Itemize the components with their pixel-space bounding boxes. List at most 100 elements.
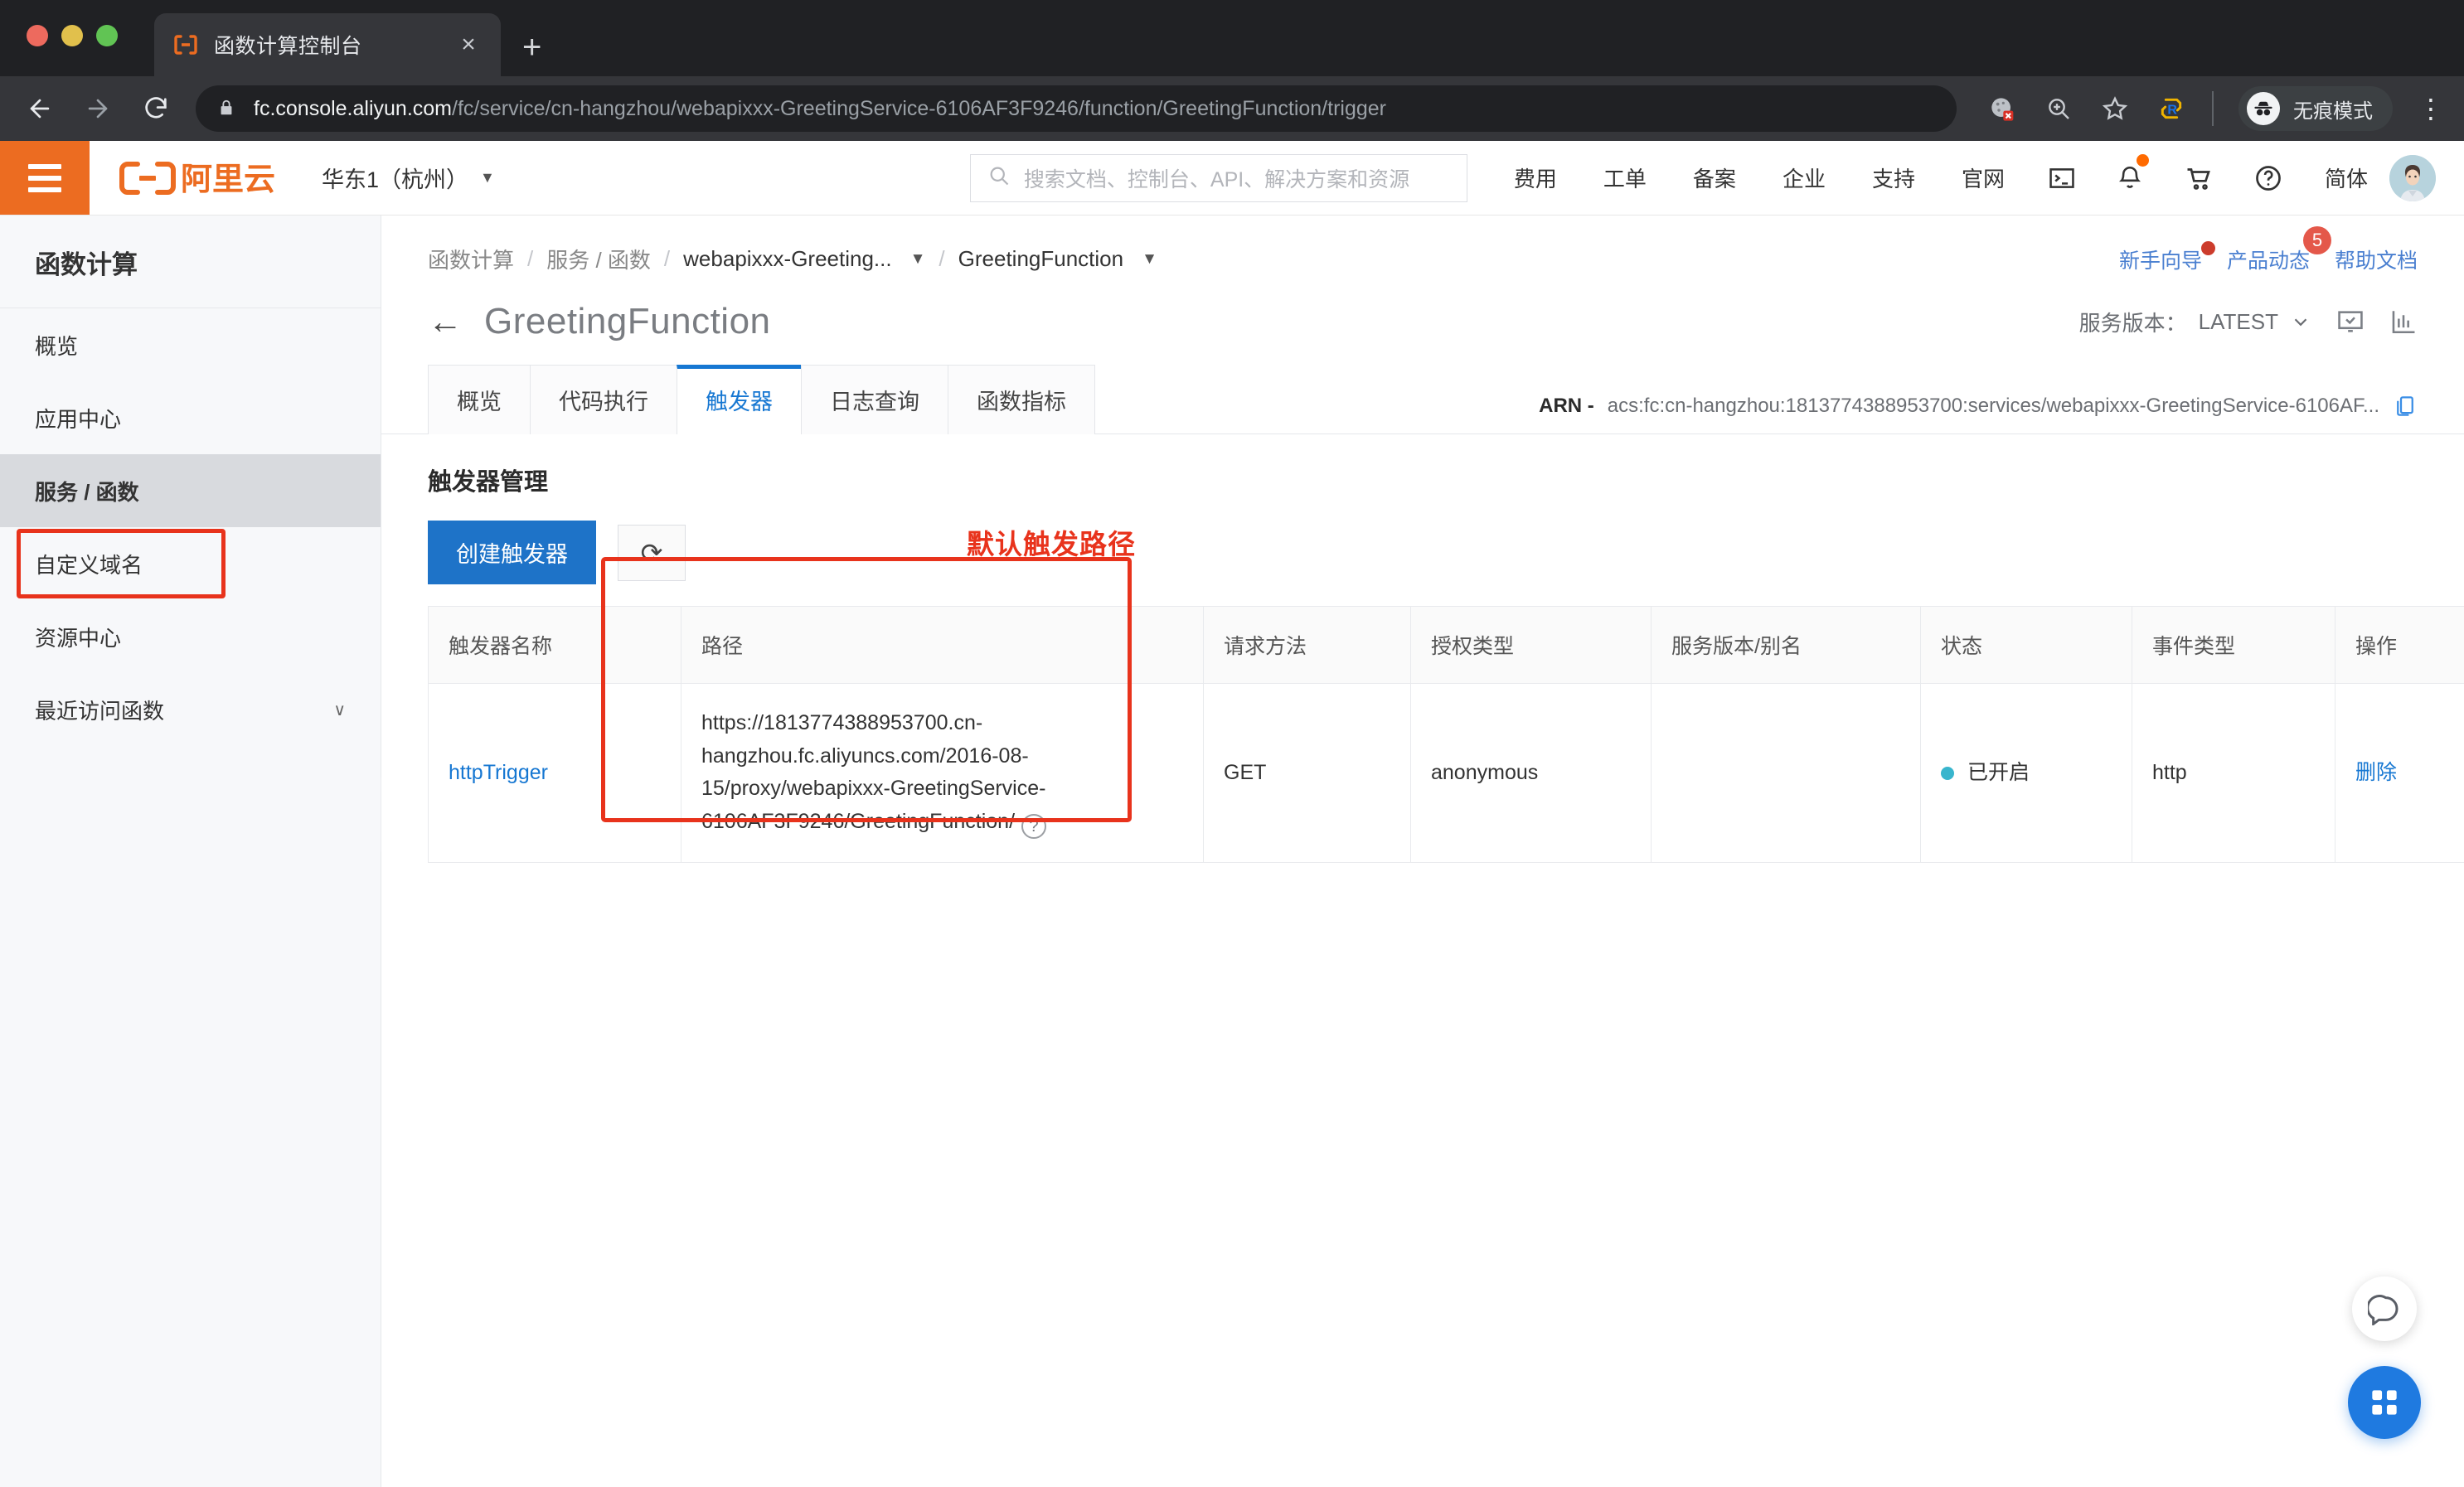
star-icon[interactable]: [2099, 93, 2131, 124]
page-viewport: 阿里云 华东1（杭州） ▼ 搜索文档、控制台、API、解决方案和资源 费用 工单…: [0, 141, 2464, 1487]
aliyun-logo-icon[interactable]: 阿里云: [119, 157, 293, 199]
browser-tab-strip: 函数计算控制台 × +: [0, 0, 2464, 76]
main-content: 函数计算 / 服务 / 函数 / webapixxx-Greeting... ▼…: [381, 216, 2464, 1487]
status-badge: 5: [2302, 225, 2331, 254]
topnav-link-icp[interactable]: 备案: [1670, 162, 1759, 193]
floating-action-buttons: [2348, 1276, 2421, 1439]
header-link-product-updates[interactable]: 产品动态 5: [2226, 225, 2331, 274]
breadcrumb-item-function[interactable]: GreetingFunction: [958, 246, 1123, 272]
table-row: httpTrigger https://1813774388953700.cn-…: [428, 682, 2464, 864]
new-dot-indicator: [2200, 240, 2215, 255]
col-request-method: 请求方法: [1203, 606, 1411, 684]
header-link-beginner-guide[interactable]: 新手向导: [2119, 240, 2215, 274]
page-title: ← GreetingFunction: [428, 301, 771, 342]
col-actions: 操作: [2335, 606, 2464, 684]
tab-function-metrics[interactable]: 函数指标: [948, 365, 1095, 434]
service-version-value: LATEST: [2198, 308, 2278, 334]
aliyun-top-nav: 阿里云 华东1（杭州） ▼ 搜索文档、控制台、API、解决方案和资源 费用 工单…: [0, 141, 2464, 216]
bell-icon[interactable]: [2096, 153, 2164, 192]
url-text: fc.console.aliyun.com/fc/service/cn-hang…: [254, 97, 1386, 121]
sidebar-item-services-functions[interactable]: 服务 / 函数: [0, 454, 381, 527]
language-switch[interactable]: 简体: [2303, 162, 2389, 193]
new-tab-button[interactable]: +: [522, 31, 541, 64]
sidebar-item-overview[interactable]: 概览: [0, 308, 381, 381]
cell-trigger-name: httpTrigger: [428, 682, 681, 864]
header-link-help-docs[interactable]: 帮助文档: [2335, 245, 2418, 274]
tab-code-execution[interactable]: 代码执行: [530, 365, 677, 434]
delete-trigger-link[interactable]: 删除: [2355, 761, 2397, 784]
metrics-chart-icon[interactable]: [2389, 308, 2418, 336]
sidebar-item-recent-functions[interactable]: 最近访问函数 ∨: [0, 673, 381, 746]
aliyun-fc-favicon-icon: [172, 31, 199, 58]
maximize-window-button[interactable]: [96, 25, 118, 46]
chevron-down-icon: [2294, 318, 2307, 327]
section-title: 触发器管理: [428, 469, 549, 496]
service-version-selector[interactable]: 服务版本： LATEST: [2079, 307, 2311, 337]
app-grid-icon[interactable]: [2348, 1366, 2421, 1439]
breadcrumb-item-services[interactable]: 服务 / 函数: [546, 244, 651, 274]
header-link-label: 产品动态: [2226, 249, 2310, 273]
tab-triggers[interactable]: 触发器: [677, 365, 802, 434]
sidebar-item-app-center[interactable]: 应用中心: [0, 381, 381, 454]
toolbar-icons: R 无痕模式 ⋮: [1986, 86, 2444, 131]
breadcrumb-item-fc[interactable]: 函数计算: [428, 244, 514, 274]
topnav-link-support[interactable]: 支持: [1849, 162, 1938, 193]
chevron-down-icon[interactable]: ▼: [1142, 250, 1157, 269]
close-tab-button[interactable]: ×: [454, 32, 483, 57]
topnav-link-enterprise[interactable]: 企业: [1759, 162, 1849, 193]
address-bar[interactable]: fc.console.aliyun.com/fc/service/cn-hang…: [196, 85, 1957, 132]
menu-hamburger-icon[interactable]: [0, 141, 90, 215]
chat-bubble-icon[interactable]: [2352, 1276, 2417, 1341]
sidebar-item-resource-center[interactable]: 资源中心: [0, 600, 381, 673]
url-path: /fc/service/cn-hangzhou/webapixxx-Greeti…: [452, 96, 1386, 120]
chevron-down-icon[interactable]: ▼: [910, 250, 926, 269]
search-icon: [987, 164, 1011, 191]
trigger-name-link[interactable]: httpTrigger: [449, 761, 548, 784]
topnav-link-website[interactable]: 官网: [1938, 162, 2028, 193]
forward-icon[interactable]: [80, 90, 116, 127]
browser-toolbar: fc.console.aliyun.com/fc/service/cn-hang…: [0, 76, 2464, 141]
kebab-menu-icon[interactable]: ⋮: [2418, 95, 2444, 122]
zoom-search-icon[interactable]: [2043, 93, 2074, 124]
incognito-icon: [2247, 92, 2280, 125]
create-trigger-button[interactable]: 创建触发器: [428, 521, 596, 584]
minimize-window-button[interactable]: [61, 25, 83, 46]
avatar[interactable]: [2389, 154, 2436, 201]
sidebar-item-custom-domain[interactable]: 自定义域名: [0, 527, 381, 600]
reload-icon[interactable]: [138, 90, 174, 127]
help-circle-icon[interactable]: ?: [1021, 814, 1047, 840]
topnav-link-fees[interactable]: 费用: [1491, 162, 1580, 193]
sidebar-item-label: 服务 / 函数: [35, 479, 139, 505]
page-body: 函数计算 概览 应用中心 服务 / 函数 自定义域名 资源中心 最近访问函数 ∨…: [0, 216, 2464, 1487]
breadcrumb-row: 函数计算 / 服务 / 函数 / webapixxx-Greeting... ▼…: [381, 216, 2464, 283]
breadcrumb-item-service[interactable]: webapixxx-Greeting...: [683, 246, 891, 272]
back-icon[interactable]: [22, 90, 58, 127]
close-window-button[interactable]: [27, 25, 48, 46]
brand-area: 阿里云 华东1（杭州） ▼: [90, 141, 495, 215]
cell-service-version: [1651, 682, 1921, 864]
global-search-input[interactable]: 搜索文档、控制台、API、解决方案和资源: [969, 153, 1467, 202]
help-icon[interactable]: [2234, 163, 2303, 193]
terminal-icon[interactable]: [2028, 164, 2096, 192]
tab-overview[interactable]: 概览: [428, 365, 531, 434]
sidebar-title: 函数计算: [35, 250, 138, 279]
refresh-button[interactable]: ⟳: [618, 524, 686, 581]
incognito-indicator[interactable]: 无痕模式: [2238, 86, 2393, 131]
left-sidebar: 函数计算 概览 应用中心 服务 / 函数 自定义域名 资源中心 最近访问函数 ∨: [0, 216, 409, 1487]
triggers-table: 触发器名称 路径 请求方法 授权类型 服务版本/别名 状态 事件类型 操作 ht…: [428, 606, 2464, 864]
global-search-placeholder: 搜索文档、控制台、API、解决方案和资源: [1023, 167, 1410, 191]
region-selector[interactable]: 华东1（杭州） ▼: [322, 162, 495, 194]
tab-log-query[interactable]: 日志查询: [801, 365, 948, 434]
copy-icon[interactable]: [2393, 394, 2418, 419]
cookie-blocked-icon[interactable]: [1986, 93, 2018, 124]
back-arrow-icon[interactable]: ←: [428, 304, 463, 339]
extension-r-icon[interactable]: R: [2156, 93, 2187, 124]
monitor-check-icon[interactable]: [2336, 308, 2365, 336]
cell-actions: 删除: [2335, 682, 2464, 864]
status-label: 已开启: [1967, 760, 2030, 784]
lock-icon: [217, 99, 237, 119]
topnav-link-tickets[interactable]: 工单: [1580, 162, 1670, 193]
cart-icon[interactable]: [2164, 163, 2234, 193]
browser-tab[interactable]: 函数计算控制台 ×: [154, 13, 501, 76]
window-controls[interactable]: [27, 25, 118, 46]
